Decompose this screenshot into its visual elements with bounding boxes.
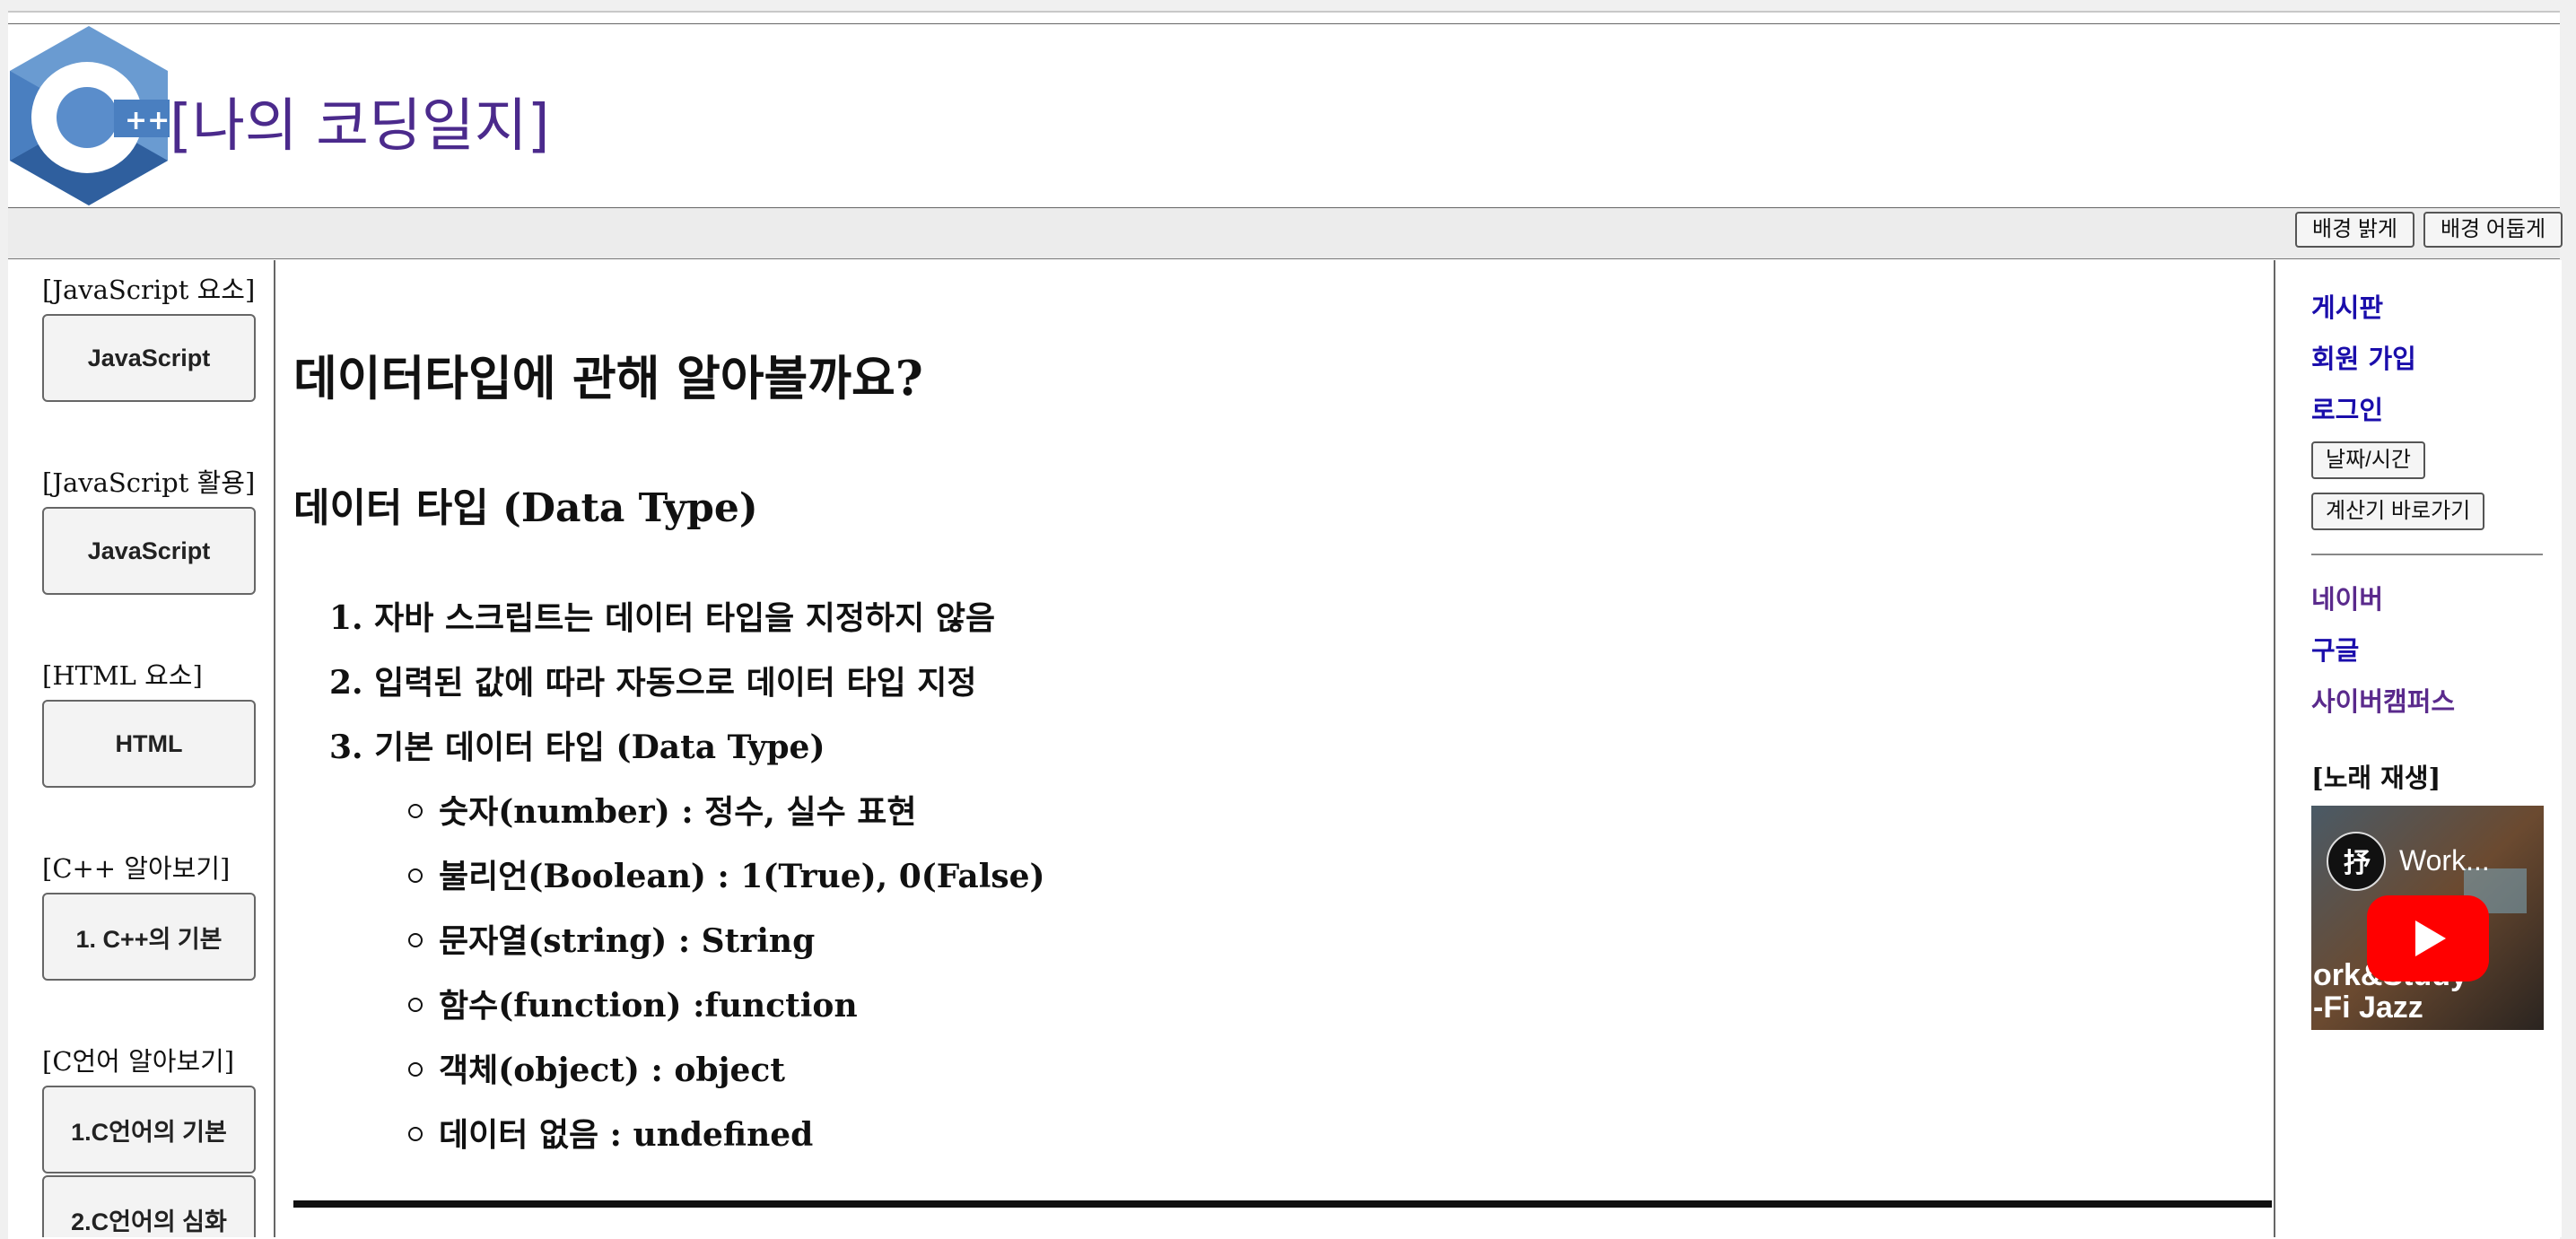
section-label-cpp: [C++ 알아보기] — [42, 853, 231, 884]
site-title: [나의 코딩일지] — [170, 93, 550, 160]
list-item: 불리언(Boolean) : 1(True), 0(False) — [408, 851, 1045, 897]
bullet-circle-icon — [408, 868, 423, 883]
bullet-circle-icon — [408, 933, 423, 947]
naver-link[interactable]: 네이버 — [2311, 579, 2383, 616]
list-item: 객체(object) : object — [408, 1044, 785, 1091]
google-link[interactable]: 구글 — [2311, 630, 2359, 667]
datetime-button[interactable]: 날짜/시간 — [2311, 441, 2425, 479]
video-overlay-line2: -Fi Jazz — [2313, 990, 2423, 1025]
html-button[interactable]: HTML — [42, 700, 256, 788]
section-heading: 데이터 타입 (Data Type) — [293, 485, 758, 531]
logo-plus-text: ++ — [125, 105, 170, 136]
list-item: 데이터 없음 : undefined — [408, 1109, 813, 1156]
list-item-text: 숫자(number) : 정수, 실수 표현 — [439, 793, 917, 831]
board-link[interactable]: 게시판 — [2311, 287, 2383, 325]
calculator-button[interactable]: 계산기 바로가기 — [2311, 493, 2485, 530]
c-basics-button[interactable]: 1.C언어의 기본 — [42, 1086, 256, 1174]
youtube-video-embed[interactable]: 抒 Work... ork&Study -Fi Jazz — [2311, 806, 2544, 1030]
javascript-usage-button[interactable]: JavaScript — [42, 507, 256, 595]
list-item: 문자열(string) : String — [408, 915, 815, 962]
bullet-circle-icon — [408, 1062, 423, 1077]
toolbar: 배경 밝게 배경 어둡게 — [8, 208, 2563, 259]
window-top-band — [0, 0, 2576, 11]
cpp-logo-icon[interactable]: ++ — [8, 24, 170, 207]
video-title: Work... — [2399, 844, 2490, 877]
javascript-elements-button[interactable]: JavaScript — [42, 314, 256, 402]
section-label-javascript-usage: [JavaScript 활용] — [42, 467, 256, 498]
list-item: 함수(function) :function — [408, 980, 858, 1026]
list-item-text: 함수(function) :function — [439, 987, 858, 1025]
c-advanced-button[interactable]: 2.C언어의 심화 — [42, 1175, 256, 1237]
list-item: 1. 자바 스크립트는 데이터 타입을 지정하지 않음 — [329, 599, 996, 637]
site-header: ++ [나의 코딩일지] — [8, 23, 2560, 208]
list-item: 2. 입력된 값에 따라 자동으로 데이터 타입 지정 — [329, 664, 977, 702]
youtube-play-button-icon[interactable] — [2367, 895, 2489, 982]
horizontal-rule — [293, 1200, 2272, 1208]
section-label-javascript-elements: [JavaScript 요소] — [42, 275, 256, 305]
list-item: 숫자(number) : 정수, 실수 표현 — [408, 786, 916, 833]
main-content: 데이터타입에 관해 알아볼까요? 데이터 타입 (Data Type) 1. 자… — [275, 260, 2272, 1237]
bullet-circle-icon — [408, 998, 423, 1012]
light-background-button[interactable]: 배경 밝게 — [2295, 212, 2414, 248]
section-label-c: [C언어 알아보기] — [42, 1046, 235, 1077]
left-sidebar: [JavaScript 요소] JavaScript [JavaScript 활… — [8, 260, 275, 1237]
list-item-text: 불리언(Boolean) : 1(True), 0(False) — [439, 858, 1045, 895]
bullet-circle-icon — [408, 804, 423, 818]
sidebar-divider — [2311, 554, 2543, 555]
cpp-basics-button[interactable]: 1. C++의 기본 — [42, 893, 256, 981]
list-item-text: 문자열(string) : String — [439, 922, 816, 960]
signup-link[interactable]: 회원 가입 — [2311, 338, 2416, 376]
page-title: 데이터타입에 관해 알아볼까요? — [293, 351, 923, 406]
dark-background-button[interactable]: 배경 어둡게 — [2423, 212, 2563, 248]
right-sidebar: 게시판 회원 가입 로그인 날짜/시간 계산기 바로가기 네이버 구글 사이버캠… — [2274, 260, 2562, 1237]
list-item-text: 데이터 없음 : undefined — [439, 1116, 814, 1154]
music-section-label: [노래 재생] — [2311, 763, 2441, 793]
cybercampus-link[interactable]: 사이버캠퍼스 — [2311, 681, 2455, 719]
login-link[interactable]: 로그인 — [2311, 389, 2383, 427]
channel-badge-text: 抒 — [2344, 848, 2371, 879]
bullet-circle-icon — [408, 1127, 423, 1141]
list-item-text: 객체(object) : object — [439, 1051, 785, 1089]
list-item: 3. 기본 데이터 타입 (Data Type) — [329, 729, 825, 766]
section-label-html: [HTML 요소] — [42, 660, 203, 691]
